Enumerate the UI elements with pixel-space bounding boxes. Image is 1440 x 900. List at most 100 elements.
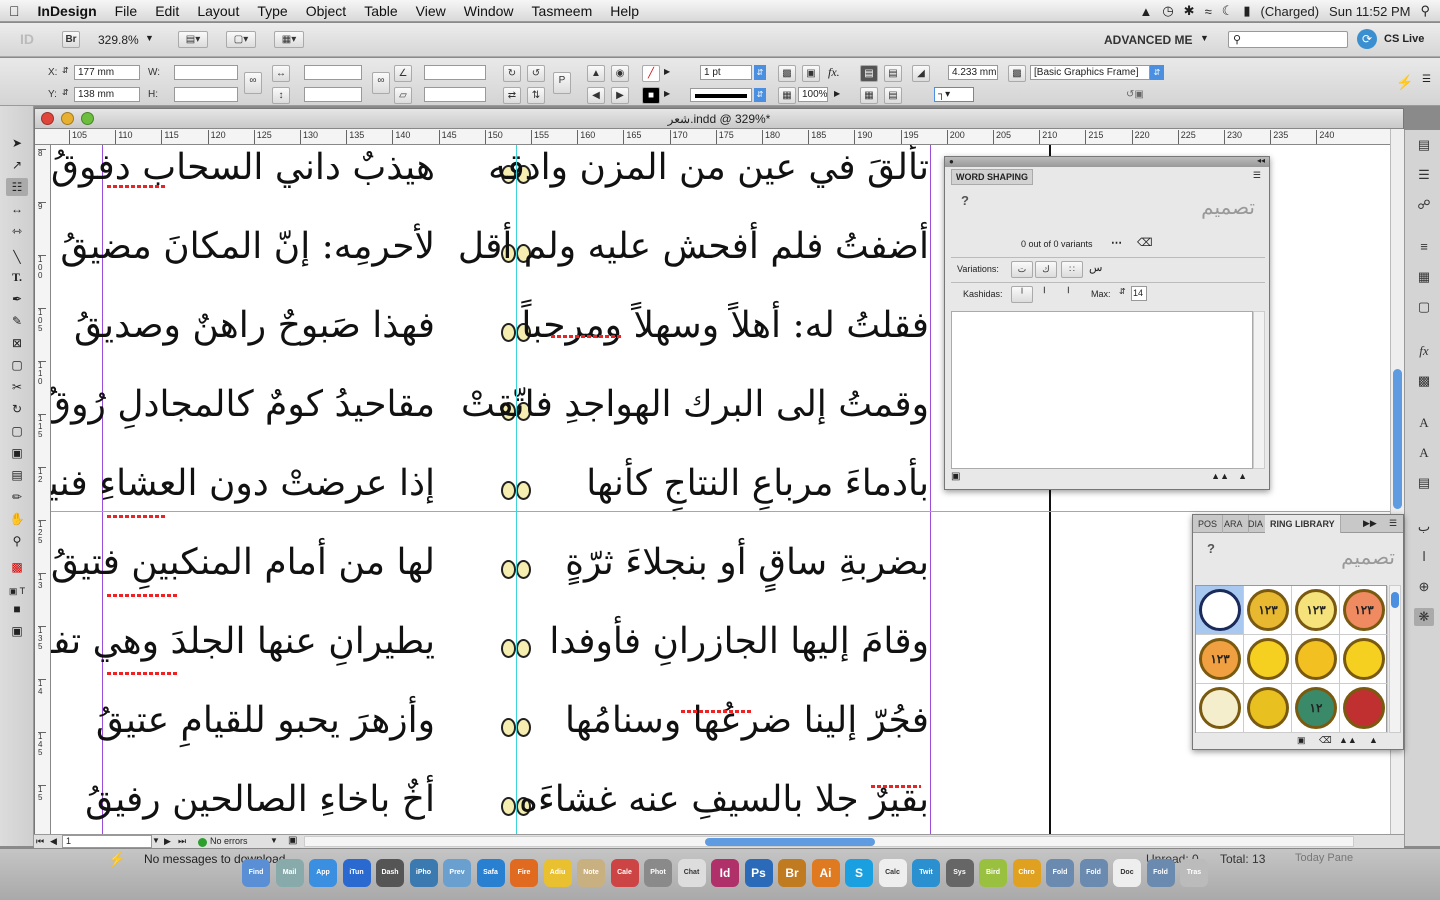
ring-cell[interactable]: ١٢٣ [1196, 635, 1244, 684]
menu-type[interactable]: Type [248, 3, 296, 19]
verse-left-hemistich[interactable]: بضربةِ ساقٍ أو بنجلاءَ ثرّةٍ [549, 542, 929, 583]
cs-live-icon[interactable]: ⟳ [1357, 29, 1377, 49]
width-field[interactable] [174, 65, 238, 80]
panel-options-icon[interactable]: ▣ [951, 471, 960, 482]
pages-panel-icon[interactable]: ▤ [1414, 136, 1434, 154]
note-tool-icon[interactable]: ▤ [6, 466, 28, 484]
stroke-swatch-icon[interactable]: ■ [642, 87, 660, 104]
verse-left-hemistich[interactable]: أضفتُ فلم أفحش عليه ولم أقل [458, 226, 929, 267]
shear-icon[interactable]: ▱ [394, 87, 412, 104]
constrain-proportions-icon[interactable]: ∞ [244, 72, 262, 94]
ring-cell[interactable]: ١٢٣ [1340, 586, 1388, 635]
time-machine-icon[interactable]: ◷ [1162, 3, 1173, 19]
panel-expand-icon[interactable]: ◂◂ [1257, 156, 1265, 165]
lightning-icon[interactable]: ⚡ [1396, 74, 1413, 91]
battery-icon[interactable]: ▮ [1243, 3, 1250, 19]
rectangle-frame-tool-icon[interactable]: ⊠ [6, 334, 28, 352]
horizontal-scrollbar[interactable] [304, 836, 1354, 847]
text-wrap-shape-icon[interactable]: ▤ [884, 87, 902, 104]
formatting-affects-icon[interactable]: ▣ T [6, 582, 28, 600]
variation-2-icon[interactable]: ك [1035, 261, 1057, 278]
rotate-cw-icon[interactable]: ↻ [503, 65, 521, 82]
shear-field[interactable] [424, 87, 486, 102]
new-ring-icon[interactable]: ▣ [1297, 735, 1306, 746]
zoom-dropdown-icon[interactable]: ▼ [145, 33, 154, 43]
close-icon[interactable] [41, 112, 54, 125]
dock-app-app-store-icon[interactable]: App [309, 859, 337, 887]
verse-right-hemistich[interactable]: فهذا صَبوحٌ راهنٌ وصديقُ [74, 305, 435, 346]
eyedropper-tool-icon[interactable]: ✏ [6, 488, 28, 506]
ring-grid-scrollbar[interactable] [1389, 585, 1401, 733]
zoom-window-icon[interactable] [81, 112, 94, 125]
ring-cell[interactable] [1244, 635, 1292, 684]
verse-left-hemistich[interactable]: تألقَ في عين من المزن وادقه [488, 147, 929, 188]
direct-selection-tool-icon[interactable]: ↗ [6, 156, 28, 174]
select-next-icon[interactable]: ▶ [611, 87, 629, 104]
gradient-tool-icon[interactable]: ▢ [6, 422, 28, 440]
effects-panel-icon[interactable]: fx [1414, 342, 1434, 360]
ring-library-menu-icon[interactable]: ☰ [1389, 518, 1397, 529]
word-shaping-panel-grip[interactable]: ● ◂◂ [945, 156, 1269, 167]
menu-tasmeem[interactable]: Tasmeem [523, 3, 602, 19]
dock-app-folder-icon[interactable]: Fold [1046, 859, 1074, 887]
fill-swatch-icon[interactable]: ╱ [642, 65, 660, 82]
horizontal-ruler[interactable]: 105 110 115 120 125 130 135 140 145 150 155 160 165 1… [35, 129, 1390, 145]
flip-horizontal-icon[interactable]: ⇄ [503, 87, 521, 104]
fill-dropdown-icon[interactable]: ▶ [664, 67, 670, 76]
stroke-type-select[interactable] [690, 88, 752, 102]
dock-app-ps-icon[interactable]: Ps [744, 859, 773, 887]
minimize-icon[interactable] [61, 112, 74, 125]
word-shaping-help[interactable]: ? [961, 193, 969, 208]
next-page-icon[interactable]: ▶ [164, 836, 171, 847]
panel-mountain-small-icon[interactable]: ▲ [1238, 471, 1247, 481]
ring-cell[interactable] [1196, 684, 1244, 733]
dock-app-id-icon[interactable]: Id [711, 859, 739, 887]
dock-today-pane[interactable]: Today Pane [1295, 852, 1353, 864]
dock-app-doc-icon[interactable]: Doc [1113, 859, 1141, 887]
control-panel-menu-icon[interactable]: ☰ [1422, 74, 1431, 85]
arrange-documents-button[interactable]: ▦▾ [274, 31, 304, 48]
menu-object[interactable]: Object [297, 3, 355, 19]
type-tool-icon[interactable]: T. [6, 268, 28, 286]
variation-3-icon[interactable]: ∷ [1061, 261, 1083, 278]
drop-shadow-icon[interactable]: ▣ [802, 65, 820, 82]
dock-app-preview-icon[interactable]: Prev [443, 859, 471, 887]
fx-icon[interactable]: fx. [828, 65, 840, 80]
dock-app-trash-icon[interactable]: Tras [1180, 859, 1208, 887]
object-style-icon[interactable]: ▩ [1008, 65, 1026, 82]
ring-cell[interactable] [1340, 635, 1388, 684]
apple-menu-icon[interactable]:  [0, 3, 29, 19]
verse-left-hemistich[interactable]: بأدماءَ مرباعِ النتاجِ كأنها [549, 463, 929, 504]
ring-cell[interactable] [1340, 684, 1388, 733]
delete-ring-icon[interactable]: ⌫ [1319, 735, 1332, 746]
dock-app-br-icon[interactable]: Br [778, 859, 806, 887]
search-input[interactable]: ⚲ [1228, 31, 1348, 48]
verse-left-hemistich[interactable]: فقلتُ له: أهلاً وسهلاً ومرحباً [521, 305, 929, 346]
dock-app-notes-icon[interactable]: Note [577, 859, 605, 887]
dock-app-firefox-icon[interactable]: Fire [510, 859, 538, 887]
ring-grid-scroll-thumb[interactable] [1391, 592, 1399, 608]
spotlight-icon[interactable]: ⚲ [1420, 3, 1430, 19]
opacity-field[interactable]: 100% [798, 87, 828, 102]
ring-cell[interactable] [1244, 684, 1292, 733]
ring-cell[interactable]: ١٢٣ [1292, 586, 1340, 635]
pen-tool-icon[interactable]: ✒ [6, 290, 28, 308]
moon-icon[interactable]: ☾ [1222, 3, 1234, 19]
select-previous-icon[interactable]: ◀ [587, 87, 605, 104]
x-field[interactable]: 177 mm [74, 65, 140, 80]
tab-ring-library[interactable]: RING LIBRARY [1265, 515, 1341, 533]
rectangle-tool-icon[interactable]: ▢ [6, 356, 28, 374]
object-style-select[interactable]: [Basic Graphics Frame] [1030, 65, 1150, 80]
page-tool-icon[interactable]: ☷ [6, 178, 28, 196]
rotation-icon[interactable]: ∠ [394, 65, 412, 82]
panel-collapse-icon[interactable]: ● [949, 157, 954, 166]
preflight-status[interactable]: No errors [210, 836, 248, 846]
select-content-icon[interactable]: ◉ [611, 65, 629, 82]
cs-live-button[interactable]: CS Live [1384, 33, 1424, 45]
workspace-dropdown-icon[interactable]: ▼ [1200, 33, 1209, 43]
menu-layout[interactable]: Layout [188, 3, 248, 19]
dock-app-mail-icon[interactable]: Mail [275, 859, 304, 887]
verse-right-hemistich[interactable]: لأحرمِه: إنّ المكانَ مضيقُ [60, 226, 435, 267]
dock-app-twitter-icon[interactable]: Twit [912, 859, 940, 887]
selection-tool-icon[interactable]: ➤ [6, 134, 28, 152]
